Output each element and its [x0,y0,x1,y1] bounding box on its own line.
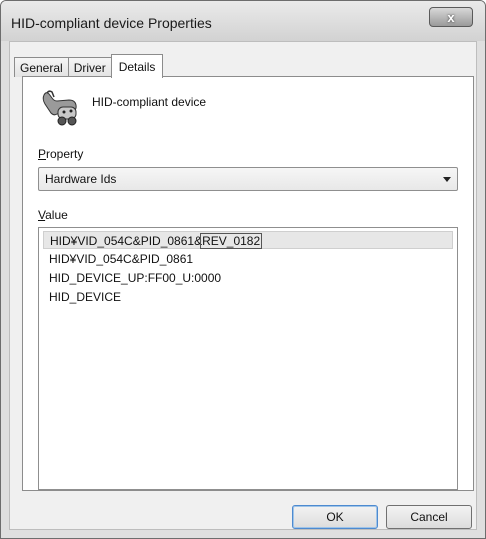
game-controller-icon [42,90,77,126]
list-item-text: HID¥VID_054C&PID_0861& [50,234,203,248]
title-bar[interactable]: HID-compliant device Properties x [1,1,485,41]
property-label: Property [38,147,83,161]
property-dropdown[interactable]: Hardware Ids [38,167,458,191]
list-item[interactable]: HID_DEVICE_UP:FF00_U:0000 [43,269,453,287]
list-item-selected[interactable]: HID¥VID_054C&PID_0861&REV_0182 [43,231,453,249]
value-label-rest: alue [45,208,68,222]
window-title: HID-compliant device Properties [11,15,212,31]
list-item-text: HID_DEVICE_UP:FF00_U:0000 [49,271,222,285]
value-listbox[interactable]: HID¥VID_054C&PID_0861&REV_0182 HID¥VID_0… [38,227,458,490]
close-button[interactable]: x [429,7,473,27]
property-label-rest: roperty [46,147,84,161]
list-item-text: HID¥VID_054C&PID_0861 [49,252,194,266]
tab-driver[interactable]: Driver [67,57,112,77]
cancel-button[interactable]: Cancel [386,505,472,529]
list-item[interactable]: HID_DEVICE [43,288,453,306]
ok-button[interactable]: OK [292,505,378,529]
device-name: HID-compliant device [92,95,207,109]
chevron-down-icon[interactable] [443,177,451,182]
tab-label: Details [118,59,156,74]
list-item-focus-text: REV_0182 [200,233,263,249]
list-item[interactable]: HID¥VID_054C&PID_0861 [43,250,453,268]
cancel-button-label: Cancel [410,510,448,524]
tab-details[interactable]: Details [110,54,164,78]
property-selected-value: Hardware Ids [45,172,117,186]
tab-general[interactable]: General [14,57,69,77]
ok-button-label: OK [326,510,344,524]
tab-label: Driver [73,60,106,75]
tab-strip: General Driver Details [14,53,164,78]
tab-label: General [20,60,63,75]
close-icon: x [447,9,455,25]
value-label: Value [38,208,68,222]
property-label-accel: P [38,147,47,161]
list-item-text: HID_DEVICE [49,290,122,304]
